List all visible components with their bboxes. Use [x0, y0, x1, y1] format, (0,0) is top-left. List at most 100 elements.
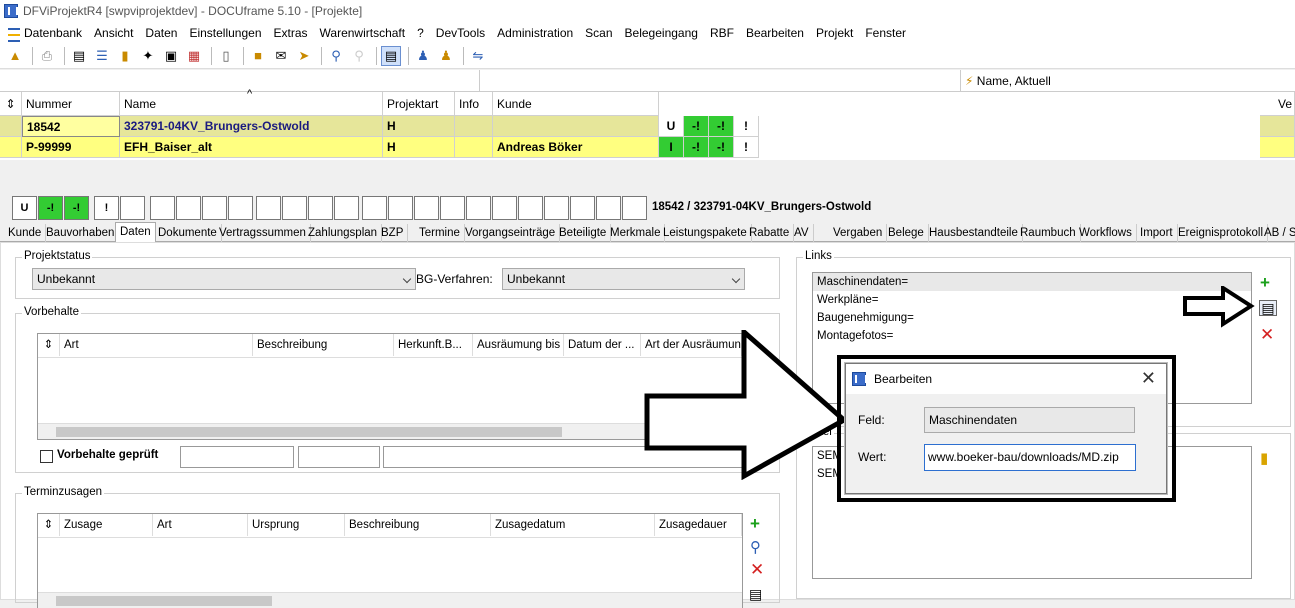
status-box[interactable] — [622, 196, 647, 220]
col-zusagedatum[interactable]: Zusagedatum — [491, 514, 655, 536]
tab-merkmale[interactable]: Merkmale — [606, 224, 666, 242]
edit-link-icon[interactable]: ▤ — [1259, 300, 1277, 316]
status-box[interactable] — [362, 196, 387, 220]
tab-av[interactable]: AV — [790, 224, 814, 242]
status-box[interactable] — [120, 196, 145, 220]
sort-indicator[interactable]: ⚡ Name, Aktuell — [960, 70, 1295, 92]
tab-zahlungsplan[interactable]: Zahlungsplan — [304, 224, 383, 242]
add-icon[interactable]: + — [750, 514, 760, 534]
menu-bearbeiten[interactable]: Bearbeiten — [740, 26, 810, 40]
tab-hausbestandteile[interactable]: Hausbestandteile — [925, 224, 1023, 242]
row-selector[interactable] — [0, 116, 22, 137]
col-zusage[interactable]: Zusage — [60, 514, 153, 536]
col-beschreibung[interactable]: Beschreibung — [253, 334, 394, 356]
status-warn-2[interactable]: -! — [709, 137, 734, 158]
print-icon[interactable]: ⎙ — [37, 46, 57, 66]
status-box[interactable] — [596, 196, 621, 220]
menu-projekt[interactable]: Projekt — [810, 26, 859, 40]
status-box[interactable] — [150, 196, 175, 220]
projektstatus-select[interactable]: Unbekannt — [32, 268, 416, 290]
menu-administration[interactable]: Administration — [491, 26, 579, 40]
row-selector[interactable] — [0, 137, 22, 158]
status-i[interactable]: I — [659, 137, 684, 158]
sort-toggle-icon[interactable]: ⇕ — [38, 514, 60, 536]
col-ausraeumung-bis[interactable]: Ausräumung bis — [473, 334, 564, 356]
cell-info[interactable] — [455, 137, 493, 158]
status-box-warn-2[interactable]: -! — [64, 196, 89, 220]
sort-toggle-icon[interactable]: ⇕ — [38, 334, 60, 356]
scrollbar-thumb[interactable] — [56, 427, 562, 437]
bg-verfahren-select[interactable]: Unbekannt — [502, 268, 745, 290]
tab-rabatte[interactable]: Rabatte — [745, 224, 795, 242]
status-box[interactable] — [308, 196, 333, 220]
tab-kunde[interactable]: Kunde — [4, 224, 47, 242]
col-nummer[interactable]: Nummer — [22, 92, 120, 116]
export-icon[interactable]: ➤ — [294, 46, 314, 66]
status-box-warn-1[interactable]: -! — [38, 196, 63, 220]
calendar-icon[interactable]: ▦ — [184, 46, 204, 66]
document-icon[interactable]: ▣ — [161, 46, 181, 66]
col-info[interactable]: Info — [455, 92, 493, 116]
status-warn-1[interactable]: -! — [684, 137, 709, 158]
status-box[interactable] — [202, 196, 227, 220]
scrollbar-thumb[interactable] — [56, 596, 272, 606]
status-box[interactable] — [440, 196, 465, 220]
status-alert[interactable]: ! — [734, 137, 759, 158]
list-item[interactable]: Montagefotos= — [813, 327, 1251, 345]
tab-bzp[interactable]: BZP — [377, 224, 409, 242]
search-disabled-icon[interactable]: ⚲ — [349, 46, 369, 66]
delete-link-icon[interactable]: ✕ — [1260, 325, 1274, 345]
menu-rbf[interactable]: RBF — [704, 26, 740, 40]
list-icon[interactable]: ☰ — [92, 46, 112, 66]
user-settings-icon[interactable]: ♟ — [436, 46, 456, 66]
status-u[interactable]: U — [659, 116, 684, 137]
cell-kunde[interactable] — [493, 116, 659, 137]
menu-ansicht[interactable]: Ansicht — [88, 26, 139, 40]
status-box-alert[interactable]: ! — [94, 196, 119, 220]
cell-name[interactable]: EFH_Baiser_alt — [120, 137, 383, 158]
tab-ab-s[interactable]: AB / S — [1260, 224, 1295, 242]
cell-name[interactable]: 323791-04KV_Brungers-Ostwold — [120, 116, 383, 137]
vorbehalte-field-2[interactable] — [298, 446, 380, 468]
menu-help[interactable]: ? — [411, 26, 430, 40]
cell-info[interactable] — [455, 116, 493, 137]
horizontal-scrollbar[interactable] — [38, 592, 742, 608]
col-projektart[interactable]: Projektart — [383, 92, 455, 116]
col-beschreibung[interactable]: Beschreibung — [345, 514, 491, 536]
status-box[interactable] — [282, 196, 307, 220]
cell-ve[interactable] — [1260, 116, 1295, 137]
menu-devtools[interactable]: DevTools — [430, 26, 491, 40]
status-box[interactable] — [256, 196, 281, 220]
book-icon[interactable]: ▮ — [115, 46, 135, 66]
col-art[interactable]: Art — [60, 334, 253, 356]
transfer-icon[interactable]: ⇋ — [468, 46, 488, 66]
folder-icon[interactable]: ▮ — [1260, 449, 1268, 467]
mail-icon[interactable]: ✉ — [271, 46, 291, 66]
table-row[interactable]: 18542 323791-04KV_Brungers-Ostwold H U -… — [0, 116, 1295, 137]
cell-projektart[interactable]: H — [383, 137, 455, 158]
col-ve[interactable]: Ve — [1260, 92, 1295, 116]
vorbehalte-field-1[interactable] — [180, 446, 294, 468]
status-box[interactable] — [388, 196, 413, 220]
tab-beteiligte[interactable]: Beteiligte — [555, 224, 612, 242]
status-box[interactable] — [492, 196, 517, 220]
col-kunde[interactable]: Kunde — [493, 92, 659, 116]
tab-vertragssummen[interactable]: Vertragssummen — [215, 224, 311, 242]
wert-input[interactable]: www.boeker-bau/downloads/MD.zip — [924, 444, 1136, 471]
status-box[interactable] — [176, 196, 201, 220]
status-box[interactable] — [570, 196, 595, 220]
tab-raumbuch[interactable]: Raumbuch — [1016, 224, 1081, 242]
form-view-icon[interactable]: ▤ — [381, 45, 401, 66]
status-box[interactable] — [228, 196, 253, 220]
search-icon[interactable]: ⚲ — [750, 538, 761, 556]
status-warn-2[interactable]: -! — [709, 116, 734, 137]
status-warn-1[interactable]: -! — [684, 116, 709, 137]
menu-datenbank[interactable]: Datenbank — [6, 26, 88, 42]
col-ursprung[interactable]: Ursprung — [248, 514, 345, 536]
cell-ve[interactable] — [1260, 137, 1295, 158]
tab-termine[interactable]: Termine — [415, 224, 465, 242]
phone-icon[interactable]: ▯ — [216, 46, 236, 66]
menu-daten[interactable]: Daten — [139, 26, 183, 40]
menu-scan[interactable]: Scan — [579, 26, 618, 40]
status-box[interactable] — [334, 196, 359, 220]
